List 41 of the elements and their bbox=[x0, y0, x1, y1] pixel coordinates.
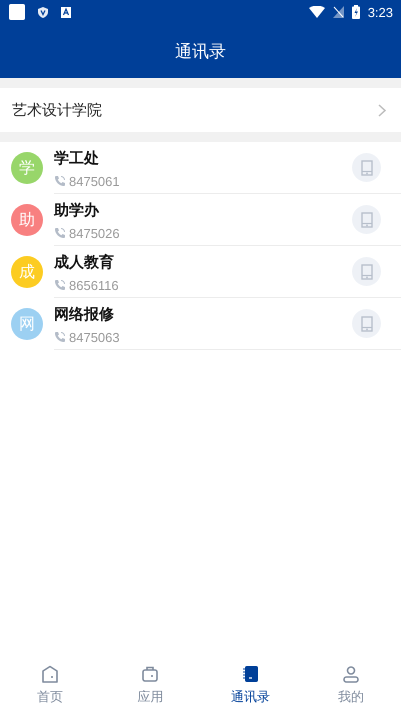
tab[interactable]: 我的 bbox=[300, 656, 401, 714]
call-button[interactable] bbox=[352, 205, 381, 234]
avatar: 学 bbox=[11, 152, 43, 184]
phone-number: 8475061 bbox=[69, 174, 120, 188]
avatar: 成 bbox=[11, 256, 43, 288]
avatar: 助 bbox=[11, 204, 43, 236]
mobile-phone-icon bbox=[360, 316, 372, 332]
call-button[interactable] bbox=[352, 153, 381, 182]
phone-number: 8656116 bbox=[69, 278, 119, 292]
chevron-right-icon bbox=[378, 104, 386, 116]
tab[interactable]: 应用 bbox=[100, 656, 200, 714]
person-icon bbox=[342, 664, 360, 682]
keyboard-icon bbox=[61, 6, 71, 18]
phone-icon bbox=[54, 227, 66, 239]
mobile-phone-icon bbox=[360, 212, 372, 228]
tab[interactable]: 通讯录 bbox=[200, 656, 301, 714]
briefcase-icon bbox=[141, 664, 160, 682]
battery-icon bbox=[352, 5, 360, 19]
phone-icon bbox=[54, 331, 66, 343]
tab[interactable]: 首页 bbox=[0, 656, 100, 714]
mobile-phone-icon bbox=[360, 160, 372, 176]
contact-name: 助学办 bbox=[54, 200, 100, 220]
wifi-icon bbox=[308, 6, 325, 18]
phone-number: 8475063 bbox=[69, 330, 120, 344]
contact-name: 学工处 bbox=[54, 148, 100, 168]
status-time: 3:23 bbox=[368, 4, 393, 20]
phone-icon bbox=[54, 175, 66, 187]
notebook-icon bbox=[242, 664, 260, 682]
contact-name: 成人教育 bbox=[54, 252, 115, 272]
shield-icon bbox=[38, 6, 48, 18]
mobile-phone-icon bbox=[360, 264, 372, 280]
avatar: 网 bbox=[11, 308, 43, 340]
call-button[interactable] bbox=[352, 309, 381, 338]
screen-title: 通讯录 bbox=[175, 40, 226, 62]
phone-number: 8475026 bbox=[69, 226, 120, 240]
home-icon bbox=[41, 664, 60, 682]
contact-name: 网络报修 bbox=[54, 304, 115, 324]
phone-icon bbox=[54, 279, 66, 291]
call-button[interactable] bbox=[352, 257, 381, 286]
notification-icon bbox=[9, 4, 25, 20]
signal-icon bbox=[332, 6, 344, 18]
